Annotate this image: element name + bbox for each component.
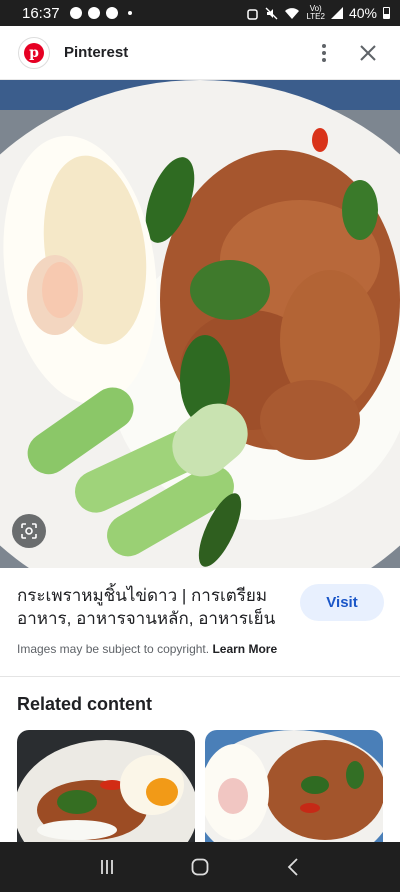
home-button[interactable] (180, 847, 220, 887)
site-name: Pinterest (64, 44, 129, 61)
signal-icon (330, 7, 343, 19)
related-food-photo (205, 730, 383, 842)
status-right: Vo) LTE2 40% (246, 5, 390, 21)
related-content-heading: Related content (17, 694, 153, 714)
main-image[interactable] (0, 80, 400, 568)
visit-button[interactable]: Visit (300, 584, 384, 621)
home-icon (191, 858, 209, 876)
wifi-icon (285, 7, 300, 19)
notification-dot-icon (127, 11, 132, 15)
network-label-bottom: LTE2 (306, 12, 325, 21)
status-left: 16:37 (22, 5, 132, 22)
pinterest-logo: p (18, 36, 50, 69)
learn-more-link[interactable]: Learn More (212, 642, 277, 656)
back-chevron-icon (288, 858, 298, 876)
battery-percent: 40% (348, 5, 377, 21)
more-vert-icon (322, 43, 326, 62)
food-photo (0, 80, 400, 568)
alarm-icon (247, 8, 259, 20)
image-title[interactable]: กระเพราหมูชิ้นไข่ดาว | การเตรียมอาหาร, อ… (17, 584, 287, 630)
battery-icon (383, 7, 390, 19)
system-nav-bar (0, 842, 400, 892)
divider (0, 676, 400, 677)
network-label: Vo) LTE2 (306, 5, 325, 21)
facebook-icon (87, 7, 100, 19)
related-thumbnail[interactable] (205, 730, 383, 842)
mute-icon (265, 7, 278, 19)
related-food-photo (17, 730, 195, 842)
image-caption: กระเพราหมูชิ้นไข่ดาว | การเตรียมอาหาร, อ… (0, 568, 400, 676)
google-lens-icon (21, 523, 37, 539)
copyright-notice: Images may be subject to copyright. Lear… (17, 642, 277, 656)
recent-apps-icon (100, 860, 113, 874)
source-header: p Pinterest (0, 26, 400, 80)
recent-apps-button[interactable] (87, 847, 127, 887)
status-bar: 16:37 Vo) LTE2 40% (0, 0, 400, 26)
close-button[interactable] (344, 33, 392, 73)
lens-search-button[interactable] (12, 514, 46, 548)
chat-icon (105, 7, 118, 19)
related-thumbnail[interactable] (17, 730, 195, 842)
copyright-text: Images may be subject to copyright. (17, 642, 210, 656)
w-app-icon (69, 7, 82, 19)
more-options-button[interactable] (304, 33, 344, 73)
pinterest-icon: p (24, 42, 44, 63)
close-icon (360, 44, 376, 61)
status-time: 16:37 (22, 4, 60, 22)
back-button[interactable] (273, 847, 313, 887)
